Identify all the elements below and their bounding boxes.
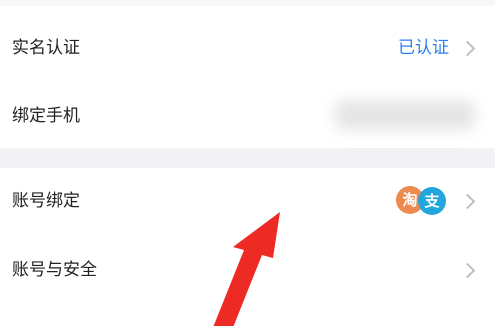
alipay-icon: 支 bbox=[418, 187, 446, 215]
chevron-right-icon bbox=[459, 40, 476, 57]
row-label-account-security: 账号与安全 bbox=[12, 260, 97, 280]
phone-number-blurred bbox=[335, 100, 475, 130]
chevron-right-icon bbox=[459, 262, 476, 279]
row-label-real-name: 实名认证 bbox=[12, 38, 80, 58]
row-label-account-binding: 账号绑定 bbox=[12, 191, 80, 211]
chevron-right-icon bbox=[459, 193, 476, 210]
row-label-bind-phone: 绑定手机 bbox=[12, 106, 80, 126]
settings-row-real-name[interactable]: 实名认证 已认证 bbox=[0, 6, 495, 86]
settings-row-account-security[interactable]: 账号与安全 bbox=[0, 236, 495, 304]
section-divider bbox=[0, 148, 495, 168]
verified-status: 已认证 bbox=[398, 38, 449, 58]
